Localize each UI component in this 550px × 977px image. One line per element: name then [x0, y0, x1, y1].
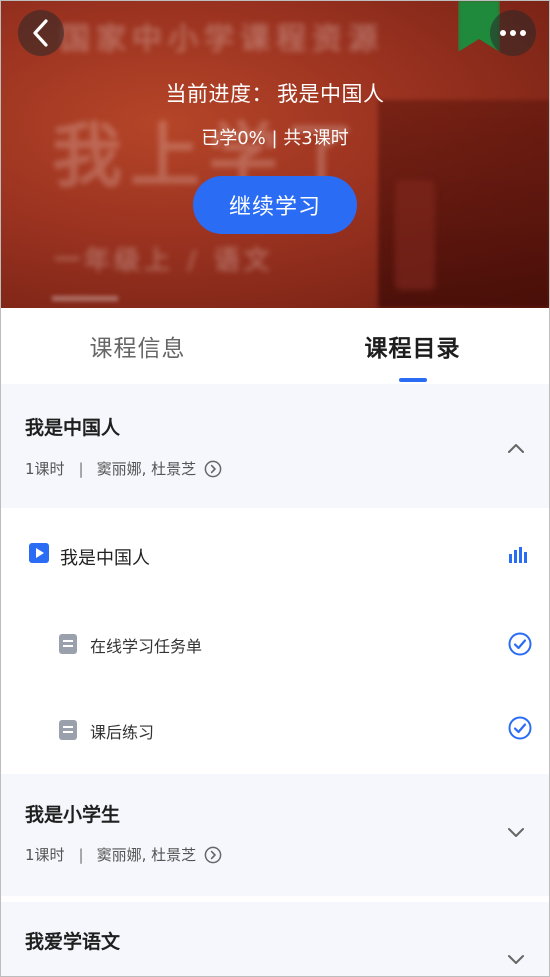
- back-button[interactable]: [18, 10, 64, 56]
- cover-blurred-subtitle: 一年级上 / 语文: [54, 246, 274, 276]
- play-video-icon: [29, 543, 49, 567]
- chevron-left-icon: [33, 19, 48, 47]
- learning-stats: 已学0% | 共3课时: [201, 128, 349, 149]
- tab-bar: 课程信息 课程目录: [0, 308, 550, 384]
- lesson-item-label: 我是中国人: [60, 548, 150, 569]
- completed-check-icon: [508, 632, 532, 660]
- chapter-title: 我是中国人: [25, 417, 121, 439]
- chevron-down-icon[interactable]: [506, 823, 526, 843]
- lesson-item-video[interactable]: 我是中国人: [0, 508, 550, 602]
- course-cover: 国家中小学课程资源 我上学了 一年级上 / 语文: [0, 0, 550, 308]
- continue-learning-button[interactable]: 继续学习: [193, 176, 357, 234]
- chevron-up-icon[interactable]: [506, 438, 526, 458]
- chevron-down-icon[interactable]: [506, 950, 526, 970]
- document-icon: [59, 720, 77, 744]
- teacher-info-icon[interactable]: [204, 460, 222, 478]
- tab-course-catalog-label: 课程目录: [364, 336, 461, 362]
- cover-blurred-line: [52, 296, 118, 301]
- meta-separator: |: [78, 459, 84, 478]
- playing-bars-icon: [508, 547, 530, 567]
- progress-prefix: 当前进度：: [165, 82, 273, 106]
- current-progress: 当前进度： 我是中国人: [0, 78, 550, 108]
- current-lesson-name: 我是中国人: [277, 82, 385, 106]
- chapter-meta: 1课时 | 窦丽娜, 杜景芝: [25, 458, 222, 479]
- cover-blurred-caption: 国家中小学课程资源: [60, 22, 384, 57]
- tab-course-catalog[interactable]: 课程目录: [275, 308, 550, 384]
- document-icon: [59, 634, 77, 658]
- more-button[interactable]: [490, 10, 536, 56]
- cover-background-shape: [395, 180, 435, 290]
- chapter-meta: 1课时 | 窦丽娜, 杜景芝: [25, 844, 222, 865]
- lesson-item-label: 在线学习任务单: [90, 637, 203, 656]
- tab-course-info-label: 课程信息: [89, 336, 186, 362]
- chapter-title: 我爱学语文: [25, 931, 121, 953]
- more-dots-icon: [500, 30, 526, 36]
- lesson-item-exercise[interactable]: 课后练习: [0, 688, 550, 774]
- chapter-header[interactable]: 我爱学语文: [0, 902, 550, 977]
- chapter-header[interactable]: 我是中国人 1课时 | 窦丽娜, 杜景芝: [0, 384, 550, 508]
- chapter-header[interactable]: 我是小学生 1课时 | 窦丽娜, 杜景芝: [0, 774, 550, 896]
- chapter-teachers: 窦丽娜, 杜景芝: [96, 460, 197, 478]
- teacher-info-icon[interactable]: [204, 846, 222, 864]
- chapter-title: 我是小学生: [25, 804, 121, 826]
- chapter-hours: 1课时: [25, 460, 65, 478]
- chapter-teachers: 窦丽娜, 杜景芝: [96, 846, 197, 864]
- completed-check-icon: [508, 716, 532, 744]
- lesson-item-label: 课后练习: [90, 723, 155, 742]
- meta-separator: |: [78, 845, 84, 864]
- lesson-item-task-sheet[interactable]: 在线学习任务单: [0, 602, 550, 688]
- active-tab-indicator: [398, 378, 427, 382]
- tab-course-info[interactable]: 课程信息: [0, 308, 275, 384]
- chapter-hours: 1课时: [25, 846, 65, 864]
